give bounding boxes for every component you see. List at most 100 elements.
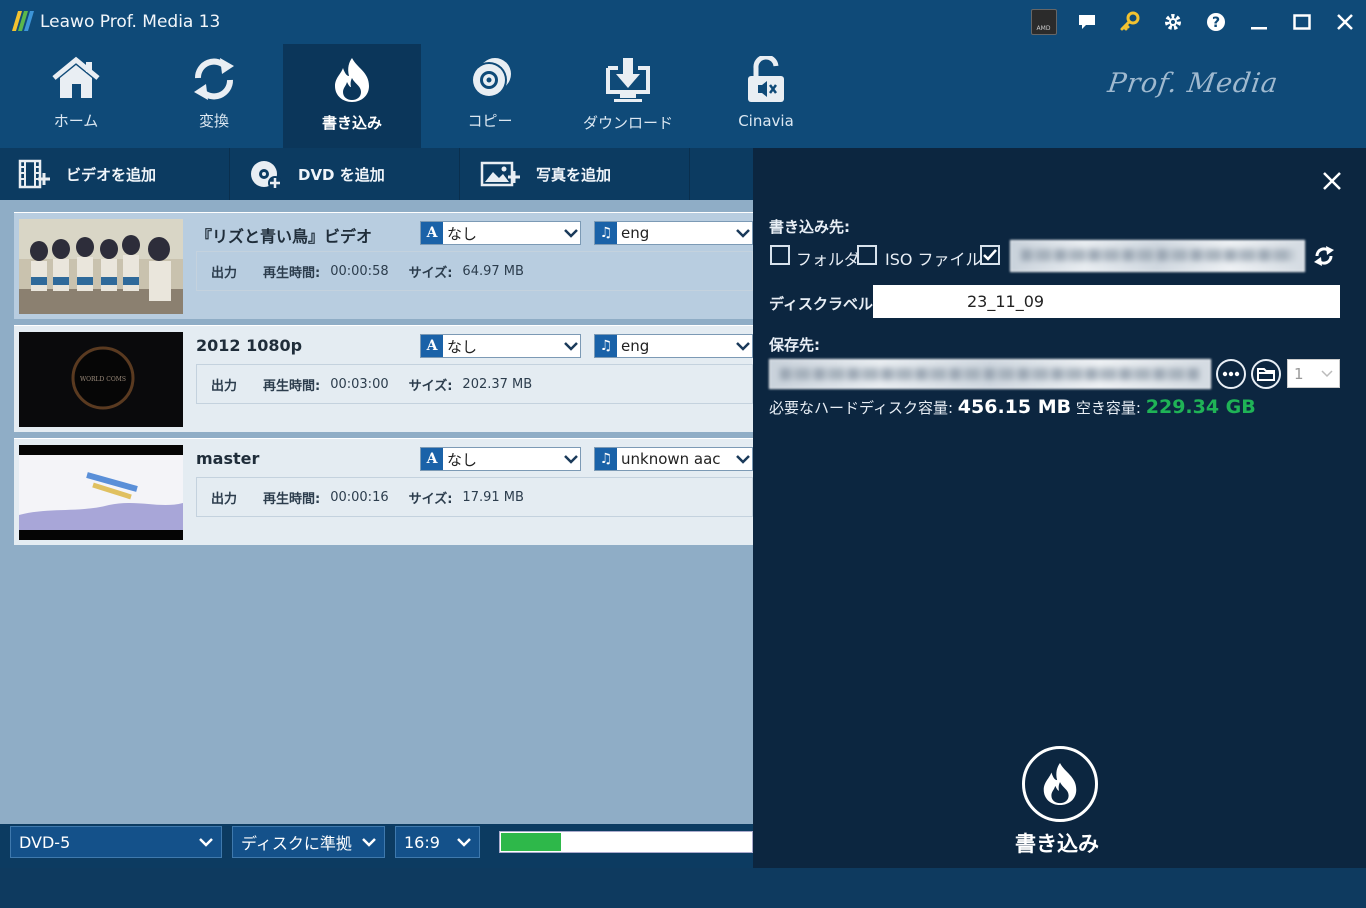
open-folder-button[interactable] — [1251, 359, 1281, 389]
svg-text:?: ? — [1211, 15, 1219, 31]
status-bar — [0, 868, 1366, 908]
list-item[interactable]: master A なし ♫ unknown aac 出力 再生時間: 00:00… — [14, 438, 753, 545]
video-thumbnail — [19, 445, 183, 540]
quality-select[interactable]: ディスクに準拠 — [232, 826, 385, 858]
burn-label[interactable]: 書き込み — [1015, 828, 1099, 858]
chevron-down-icon — [362, 838, 376, 847]
film-add-icon — [18, 159, 50, 189]
music-note-icon: ♫ — [595, 222, 617, 244]
nav-home[interactable]: ホーム — [7, 44, 145, 148]
nav-download[interactable]: ダウンロード — [559, 44, 697, 148]
subtitle-select[interactable]: A なし — [420, 447, 581, 471]
minimize-icon[interactable] — [1237, 0, 1280, 44]
disc-copy-icon — [471, 58, 511, 98]
chevron-down-icon — [562, 228, 580, 238]
settings-gear-icon[interactable] — [1151, 0, 1194, 44]
audio-select[interactable]: ♫ unknown aac — [594, 447, 753, 471]
photo-add-icon — [480, 161, 520, 187]
add-dvd-button[interactable]: DVD を追加 — [230, 148, 460, 200]
nav-copy[interactable]: コピー — [421, 44, 559, 148]
music-note-icon: ♫ — [595, 448, 617, 470]
aspect-ratio-select[interactable]: 16:9 — [395, 826, 480, 858]
folder-icon — [1257, 368, 1275, 381]
disc-label-input[interactable]: 23_11_09 — [873, 285, 1340, 318]
item-info: 出力 再生時間: 00:00:16 サイズ: 17.91 MB — [196, 477, 753, 517]
music-note-icon: ♫ — [595, 335, 617, 357]
refresh-icon[interactable] — [1312, 244, 1336, 268]
disc-type-select[interactable]: DVD-5 — [10, 826, 222, 858]
check-icon — [983, 249, 997, 261]
chevron-down-icon — [457, 838, 471, 847]
folder-label: フォルダ — [796, 250, 861, 269]
list-item[interactable]: WORLD COMS 2012 1080p A なし ♫ eng 出力 再生時間… — [14, 325, 753, 432]
video-thumbnail — [19, 219, 183, 314]
chevron-down-icon — [562, 341, 580, 351]
save-to-label: 保存先: — [769, 336, 820, 354]
item-info: 出力 再生時間: 00:00:58 サイズ: 64.97 MB — [196, 251, 753, 291]
duration-value: 00:00:58 — [330, 263, 389, 279]
add-toolbar: ビデオを追加 DVD を追加 写真を追加 — [0, 148, 753, 200]
close-panel-icon[interactable] — [1321, 170, 1343, 192]
folder-checkbox[interactable] — [770, 245, 790, 265]
feedback-icon[interactable] — [1065, 0, 1108, 44]
add-video-button[interactable]: ビデオを追加 — [0, 148, 230, 200]
chevron-down-icon — [734, 228, 752, 238]
capacity-info: 必要なハードディスク容量: 456.15 MB 空き容量: 229.34 GB — [769, 396, 1256, 418]
nav-convert[interactable]: 変換 — [145, 44, 283, 148]
item-title: 2012 1080p — [196, 336, 303, 355]
disc-capacity-fill — [501, 833, 561, 851]
more-options-button[interactable] — [1216, 359, 1246, 389]
ellipsis-icon — [1222, 371, 1240, 377]
subtitle-icon: A — [421, 222, 443, 244]
nav-cinavia[interactable]: Cinavia — [697, 44, 835, 148]
nav-burn[interactable]: 書き込み — [283, 44, 421, 148]
item-info: 出力 再生時間: 00:03:00 サイズ: 202.37 MB — [196, 364, 753, 404]
size-value: 202.37 MB — [462, 376, 533, 392]
iso-checkbox[interactable] — [857, 245, 877, 265]
copies-select[interactable]: 1 — [1287, 359, 1340, 388]
close-window-icon[interactable] — [1323, 0, 1366, 44]
size-value: 17.91 MB — [462, 489, 524, 505]
brand-logo: Prof. Media — [1105, 68, 1281, 99]
subtitle-select[interactable]: A なし — [420, 334, 581, 358]
free-capacity: 229.34 GB — [1145, 396, 1256, 418]
help-icon[interactable]: ? — [1194, 0, 1237, 44]
svg-text:WORLD COMS: WORLD COMS — [80, 376, 126, 383]
burn-target-label: 書き込み先: — [769, 218, 850, 236]
drive-checkbox[interactable] — [980, 245, 1000, 265]
output-label[interactable]: 出力 — [211, 488, 237, 507]
key-icon[interactable] — [1108, 0, 1151, 44]
item-title: 『リズと青い鳥』ビデオ — [196, 227, 373, 246]
lock-icon — [748, 56, 784, 102]
file-list: 『リズと青い鳥』ビデオ A なし ♫ eng 出力 再生時間: 00:00:58… — [0, 200, 753, 824]
audio-select[interactable]: ♫ eng — [594, 334, 753, 358]
subtitle-icon: A — [421, 335, 443, 357]
flame-icon — [1043, 762, 1077, 806]
chevron-down-icon — [562, 454, 580, 464]
disc-capacity-bar — [499, 831, 753, 853]
list-item[interactable]: 『リズと青い鳥』ビデオ A なし ♫ eng 出力 再生時間: 00:00:58… — [14, 212, 753, 319]
output-label[interactable]: 出力 — [211, 375, 237, 394]
chevron-down-icon — [734, 454, 752, 464]
maximize-icon[interactable] — [1280, 0, 1323, 44]
duration-value: 00:00:16 — [330, 489, 389, 505]
output-label[interactable]: 出力 — [211, 262, 237, 281]
amd-icon[interactable]: AMD — [1022, 0, 1065, 44]
chevron-down-icon — [199, 838, 213, 847]
app-logo-icon — [12, 11, 34, 31]
burn-button[interactable] — [1022, 746, 1098, 822]
subtitle-icon: A — [421, 448, 443, 470]
audio-select[interactable]: ♫ eng — [594, 221, 753, 245]
burn-settings-panel: 書き込み先: フォルダ ISO ファイル ディスクラベル: 23_11_09 保… — [753, 148, 1366, 868]
subtitle-select[interactable]: A なし — [420, 221, 581, 245]
title-bar: Leawo Prof. Media 13 AMD ? — [0, 0, 1366, 44]
window-title: Leawo Prof. Media 13 — [40, 12, 221, 32]
save-path-select[interactable] — [769, 359, 1211, 389]
home-icon — [52, 56, 100, 98]
size-value: 64.97 MB — [462, 263, 524, 279]
download-icon — [606, 58, 650, 102]
chevron-down-icon — [734, 341, 752, 351]
drive-select[interactable] — [1010, 240, 1305, 272]
add-photo-button[interactable]: 写真を追加 — [460, 148, 690, 200]
main-nav: ホーム 変換 書き込み コピー ダウンロード Cinavia Prof. Med… — [0, 44, 1366, 173]
